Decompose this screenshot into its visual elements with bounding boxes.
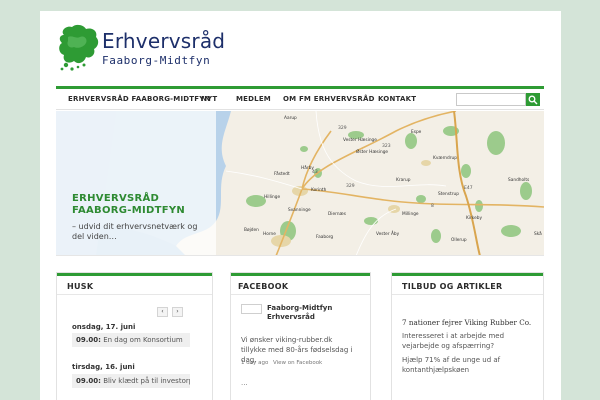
- facebook-post-time: 1 day ago: [241, 360, 269, 366]
- view-on-facebook-link[interactable]: View on Facebook: [273, 360, 322, 366]
- hero-subtitle: – udvid dit erhvervsnetværk og del viden…: [72, 222, 198, 241]
- map-town-label: Hårby: [301, 164, 314, 171]
- prev-button[interactable]: ‹: [157, 307, 168, 317]
- search-button[interactable]: [526, 93, 540, 106]
- main-nav: ERHVERVSRÅD FAABORG-MIDTFYN NYT MEDLEM O…: [56, 86, 544, 110]
- search-input[interactable]: [456, 93, 526, 106]
- event-date: onsdag, 17. juni: [72, 323, 136, 331]
- map-town-label: Svanninge: [288, 207, 311, 213]
- chevron-left-icon: ‹: [161, 308, 164, 315]
- map-town-label: Øster Hæsinge: [356, 148, 388, 155]
- nav-item-om[interactable]: OM FM ERHVERVSRÅD: [283, 95, 375, 103]
- husk-box: HUSK ‹ › onsdag, 17. juni 09.00: En dag …: [56, 272, 213, 400]
- map-town-label: Millinge: [402, 211, 419, 217]
- map-town-label: Stenstrup: [438, 191, 459, 197]
- article-link[interactable]: 7 nationer fejrer Viking Rubber Co.: [402, 318, 537, 328]
- map-town-label: Ollerup: [451, 237, 467, 243]
- map-town-label: Vester Åby: [376, 230, 400, 237]
- nav-item-kontakt[interactable]: KONTAKT: [378, 95, 416, 103]
- map-town-label: Krarup: [396, 177, 411, 183]
- facebook-page-image[interactable]: [241, 304, 262, 314]
- event-time: 09.00:: [76, 336, 101, 344]
- map-town-label: Korinth: [311, 187, 327, 193]
- map-town-label: Sandholts: [508, 177, 530, 183]
- logo-subtitle: Faaborg-Midtfyn: [102, 54, 211, 67]
- hero-banner: 329 323 43 329 8 E47 Aarup Vester Hæsing…: [56, 111, 544, 256]
- nav-item-home[interactable]: ERHVERVSRÅD FAABORG-MIDTFYN: [68, 95, 211, 103]
- box-title: FACEBOOK: [238, 282, 289, 291]
- nav-item-nyt[interactable]: NYT: [201, 95, 217, 103]
- logo-title: Erhvervsråd: [102, 29, 226, 53]
- event-item[interactable]: 09.00: Bliv klædt på til investorpr: [72, 374, 190, 388]
- map-road-label: 329: [338, 125, 347, 131]
- hero-title: ERHVERVSRÅD FAABORG-MIDTFYN: [72, 193, 186, 216]
- page: Erhvervsråd Faaborg-Midtfyn ERHVERVSRÅD …: [40, 11, 561, 400]
- search-form: [456, 93, 540, 106]
- chevron-right-icon: ›: [176, 308, 179, 315]
- facebook-more: ...: [241, 379, 248, 387]
- map-town-label: Aarup: [284, 115, 297, 121]
- map-road-label: 329: [346, 183, 355, 189]
- event-title: En dag om Konsortium: [103, 336, 183, 344]
- map-road-label: 8: [431, 203, 434, 209]
- event-title: Bliv klædt på til investorpr: [103, 377, 190, 385]
- map-town-label: Hillinge: [264, 194, 280, 200]
- map-road-label: E47: [464, 185, 473, 191]
- article-link[interactable]: Interesseret i at arbejde med vejarbejde…: [402, 331, 537, 351]
- map-town-label: Kværndrup: [433, 155, 457, 161]
- box-header: FACEBOOK: [231, 273, 370, 295]
- map-town-label: Espe: [411, 129, 422, 135]
- map-town-label: Skå: [534, 230, 542, 237]
- box-header: HUSK: [57, 273, 212, 295]
- facebook-box: FACEBOOK Faaborg-Midtfyn Erhvervsråd Vi …: [230, 272, 371, 400]
- island-logo-icon: [59, 24, 99, 71]
- event-time: 09.00:: [76, 377, 101, 385]
- map-town-label: Fåstedt: [274, 170, 290, 177]
- event-item[interactable]: 09.00: En dag om Konsortium: [72, 333, 190, 347]
- map-town-label: Bøjden: [244, 227, 259, 233]
- site-logo[interactable]: Erhvervsråd Faaborg-Midtfyn: [56, 21, 225, 81]
- facebook-page-name[interactable]: Faaborg-Midtfyn Erhvervsråd: [267, 304, 367, 322]
- map-town-label: Vester Hæsinge: [343, 137, 377, 143]
- next-button[interactable]: ›: [172, 307, 183, 317]
- box-title: HUSK: [67, 282, 94, 291]
- article-link[interactable]: Hjælp 71% af de unge ud af kontanthjælps…: [402, 355, 537, 375]
- event-date: tirsdag, 16. juni: [72, 363, 135, 371]
- map-town-label: Faaborg: [316, 234, 333, 240]
- box-header: TILBUD OG ARTIKLER: [392, 273, 543, 295]
- search-icon: [528, 95, 538, 105]
- map-town-label: Diernæs: [328, 211, 347, 217]
- tilbud-box: TILBUD OG ARTIKLER 7 nationer fejrer Vik…: [391, 272, 544, 400]
- map-town-label: Horne: [263, 231, 276, 237]
- nav-item-medlem[interactable]: MEDLEM: [236, 95, 271, 103]
- box-title: TILBUD OG ARTIKLER: [402, 282, 503, 291]
- map-town-label: Kirkeby: [466, 215, 482, 221]
- map-road-label: 323: [382, 143, 391, 149]
